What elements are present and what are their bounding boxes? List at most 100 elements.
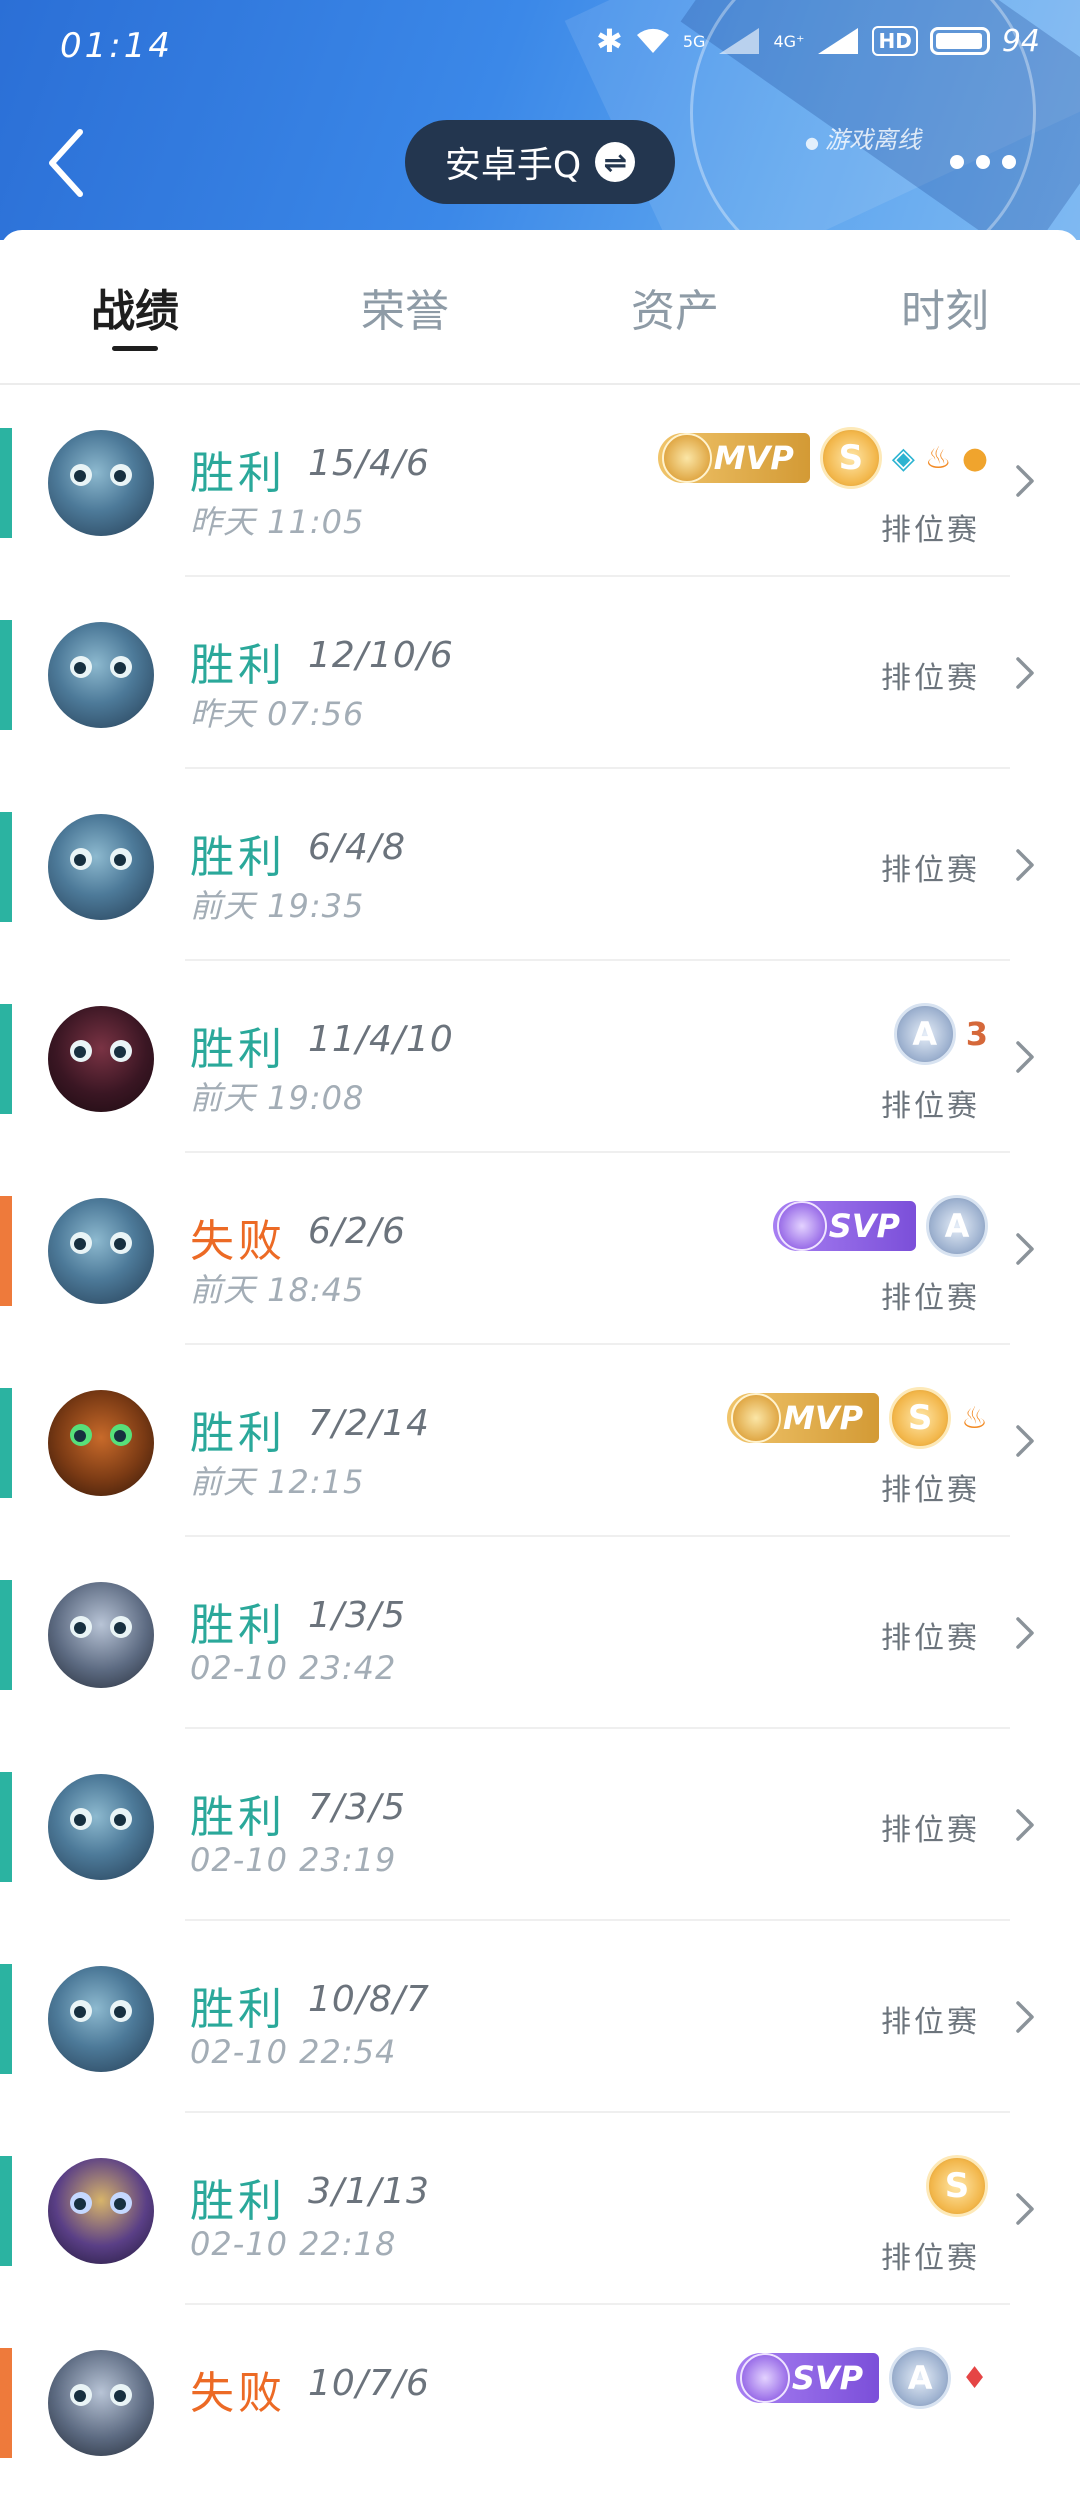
match-result: 胜利 bbox=[190, 832, 286, 883]
match-mode: 排位赛 bbox=[881, 513, 980, 548]
signal-icon bbox=[818, 28, 859, 54]
result-indicator bbox=[0, 812, 12, 922]
match-result: 失败 bbox=[190, 2368, 286, 2419]
match-mode: 排位赛 bbox=[881, 853, 980, 888]
match-row[interactable]: 胜利 6/4/8 前天 19:35 排位赛 bbox=[0, 769, 1080, 961]
match-row[interactable]: 胜利 15/4/6 昨天 11:05 MVP S ◈ ♨ ● 排位赛 bbox=[0, 385, 1080, 577]
match-row[interactable]: 胜利 7/3/5 02-10 23:19 排位赛 bbox=[0, 1729, 1080, 1921]
account-switcher[interactable]: 安卓手Q ⇌ bbox=[405, 120, 675, 204]
match-row[interactable]: 失败 10/7/6 SVP A ♦ bbox=[0, 2305, 1080, 2497]
match-row[interactable]: 胜利 7/2/14 前天 12:15 MVP S ♨ 排位赛 bbox=[0, 1345, 1080, 1537]
battery-icon bbox=[929, 27, 990, 55]
rating-s-badge: S bbox=[926, 2155, 988, 2217]
match-time: 02-10 22:18 bbox=[190, 2225, 397, 2263]
match-result: 胜利 bbox=[190, 1984, 286, 2035]
dot-icon bbox=[1002, 155, 1016, 169]
hero-avatar bbox=[48, 1198, 154, 1304]
result-indicator bbox=[0, 2156, 12, 2266]
result-indicator bbox=[0, 620, 12, 730]
dot-icon bbox=[950, 155, 964, 169]
result-indicator bbox=[0, 1388, 12, 1498]
triple-kill-badge: 3 bbox=[965, 1015, 988, 1053]
network-5g-label: 5G bbox=[682, 31, 706, 51]
hero-avatar bbox=[48, 1774, 154, 1880]
match-kda: 7/2/14 bbox=[308, 1403, 430, 1444]
badge-group: MVP S ◈ ♨ ● bbox=[657, 427, 988, 489]
match-row[interactable]: 胜利 3/1/13 02-10 22:18 S 排位赛 bbox=[0, 2113, 1080, 2305]
match-time: 前天 18:45 bbox=[190, 1271, 365, 1309]
match-kda: 3/1/13 bbox=[308, 2171, 430, 2212]
match-time: 02-10 22:54 bbox=[190, 2033, 397, 2071]
match-mode: 排位赛 bbox=[881, 1473, 980, 1508]
match-kda: 11/4/10 bbox=[308, 1019, 454, 1060]
result-indicator bbox=[0, 1196, 12, 1306]
match-kda: 12/10/6 bbox=[308, 635, 454, 676]
match-row[interactable]: 胜利 1/3/5 02-10 23:42 排位赛 bbox=[0, 1537, 1080, 1729]
account-name: 安卓手Q bbox=[444, 145, 582, 186]
svp-badge: SVP bbox=[772, 1201, 916, 1251]
match-result: 胜利 bbox=[190, 1600, 286, 1651]
tab-honor[interactable]: 荣誉 bbox=[270, 230, 540, 383]
match-result: 胜利 bbox=[190, 2176, 286, 2227]
hero-avatar bbox=[48, 814, 154, 920]
flame-icon: ♨ bbox=[961, 1400, 988, 1436]
match-row[interactable]: 胜利 12/10/6 昨天 07:56 排位赛 bbox=[0, 577, 1080, 769]
match-kda: 7/3/5 bbox=[308, 1787, 406, 1828]
dot-icon bbox=[976, 155, 990, 169]
back-arrow-icon[interactable] bbox=[46, 128, 86, 198]
match-kda: 6/4/8 bbox=[308, 827, 406, 868]
hd-icon: HD bbox=[872, 26, 918, 56]
match-row[interactable]: 失败 6/2/6 前天 18:45 SVP A 排位赛 bbox=[0, 1153, 1080, 1345]
match-result: 胜利 bbox=[190, 1024, 286, 1075]
more-options-button[interactable] bbox=[950, 155, 1016, 169]
match-mode: 排位赛 bbox=[881, 1281, 980, 1316]
hero-avatar bbox=[48, 2350, 154, 2456]
header: 01:14 ✱ 5G 4G⁺ HD 94 安卓手Q ⇌ 游戏离线 bbox=[0, 0, 1080, 240]
hero-avatar bbox=[48, 430, 154, 536]
swap-icon: ⇌ bbox=[595, 142, 636, 182]
battery-level: 94 bbox=[1001, 23, 1040, 59]
match-time: 昨天 11:05 bbox=[190, 503, 365, 541]
chevron-right-icon bbox=[1016, 1809, 1034, 1841]
match-result: 胜利 bbox=[190, 640, 286, 691]
match-row[interactable]: 胜利 11/4/10 前天 19:08 A 3 排位赛 bbox=[0, 961, 1080, 1153]
tab-assets[interactable]: 资产 bbox=[540, 230, 810, 383]
badge-group: A 3 bbox=[893, 1003, 988, 1065]
result-indicator bbox=[0, 1580, 12, 1690]
match-mode: 排位赛 bbox=[881, 661, 980, 696]
signal-icon bbox=[719, 28, 760, 54]
hero-avatar bbox=[48, 622, 154, 728]
match-time: 02-10 23:19 bbox=[190, 1841, 397, 1879]
hero-avatar bbox=[48, 1582, 154, 1688]
match-result: 胜利 bbox=[190, 448, 286, 499]
result-indicator bbox=[0, 1964, 12, 2074]
chevron-right-icon bbox=[1016, 1233, 1034, 1265]
match-kda: 1/3/5 bbox=[308, 1595, 406, 1636]
hero-avatar bbox=[48, 1390, 154, 1496]
match-mode: 排位赛 bbox=[881, 1813, 980, 1848]
result-indicator bbox=[0, 1004, 12, 1114]
match-kda: 10/8/7 bbox=[308, 1979, 430, 2020]
match-mode: 排位赛 bbox=[881, 2241, 980, 2276]
match-result: 胜利 bbox=[190, 1408, 286, 1459]
shield-icon: ◈ bbox=[891, 440, 915, 476]
match-mode: 排位赛 bbox=[881, 2005, 980, 2040]
tab-moments[interactable]: 时刻 bbox=[810, 230, 1080, 383]
status-icons: ✱ 5G 4G⁺ HD 94 bbox=[596, 22, 1040, 60]
network-4g-label: 4G⁺ bbox=[773, 31, 805, 51]
mvp-badge: MVP bbox=[727, 1393, 880, 1443]
tab-bar: 战绩 荣誉 资产 时刻 bbox=[0, 230, 1080, 385]
result-indicator bbox=[0, 1772, 12, 1882]
match-time: 前天 19:35 bbox=[190, 887, 365, 925]
bluetooth-icon: ✱ bbox=[596, 22, 623, 60]
tab-record[interactable]: 战绩 bbox=[0, 230, 270, 383]
rating-a-badge: A bbox=[926, 1195, 988, 1257]
svp-badge: SVP bbox=[735, 2353, 880, 2403]
match-mode: 排位赛 bbox=[881, 1089, 980, 1124]
match-kda: 10/7/6 bbox=[308, 2363, 430, 2404]
chevron-right-icon bbox=[1016, 1617, 1034, 1649]
match-time: 前天 19:08 bbox=[190, 1079, 365, 1117]
chevron-right-icon bbox=[1016, 849, 1034, 881]
match-row[interactable]: 胜利 10/8/7 02-10 22:54 排位赛 bbox=[0, 1921, 1080, 2113]
result-indicator bbox=[0, 428, 12, 538]
